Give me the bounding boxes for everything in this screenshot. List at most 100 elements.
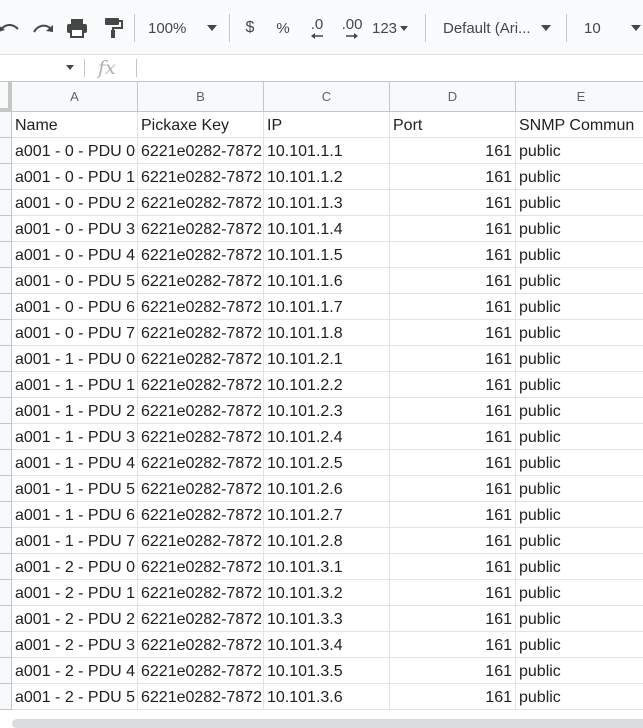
table-cell[interactable]: a001 - 0 - PDU 1 <box>12 164 138 190</box>
table-cell[interactable]: public <box>516 164 643 190</box>
row-header[interactable] <box>0 554 12 580</box>
table-cell[interactable]: 10.101.1.5 <box>264 242 390 268</box>
row-header[interactable] <box>0 268 12 294</box>
table-cell[interactable]: a001 - 1 - PDU 4 <box>12 450 138 476</box>
row-header[interactable] <box>0 320 12 346</box>
percent-format-button[interactable]: % <box>272 14 294 42</box>
table-cell[interactable]: a001 - 2 - PDU 2 <box>12 606 138 632</box>
row-header[interactable] <box>0 658 12 684</box>
header-cell[interactable]: SNMP Commun <box>516 112 643 138</box>
table-cell[interactable]: 161 <box>390 450 516 476</box>
name-box[interactable] <box>0 55 80 81</box>
table-cell[interactable]: public <box>516 346 643 372</box>
table-cell[interactable]: public <box>516 424 643 450</box>
table-cell[interactable]: 161 <box>390 372 516 398</box>
undo-button[interactable] <box>0 14 22 42</box>
table-cell[interactable]: 6221e0282-7872 <box>138 632 264 658</box>
column-header[interactable]: D <box>390 82 516 112</box>
row-header[interactable] <box>0 164 12 190</box>
table-cell[interactable]: 6221e0282-7872 <box>138 190 264 216</box>
table-cell[interactable]: 6221e0282-7872 <box>138 242 264 268</box>
row-header[interactable] <box>0 242 12 268</box>
table-cell[interactable]: a001 - 2 - PDU 3 <box>12 632 138 658</box>
table-cell[interactable]: 10.101.2.2 <box>264 372 390 398</box>
row-header[interactable] <box>0 424 12 450</box>
row-header[interactable] <box>0 632 12 658</box>
row-header[interactable] <box>0 216 12 242</box>
row-header[interactable] <box>0 112 12 138</box>
table-cell[interactable]: 10.101.1.4 <box>264 216 390 242</box>
table-cell[interactable]: 6221e0282-7872 <box>138 138 264 164</box>
table-cell[interactable]: 6221e0282-7872 <box>138 528 264 554</box>
table-cell[interactable]: public <box>516 554 643 580</box>
table-cell[interactable]: public <box>516 528 643 554</box>
table-cell[interactable]: 6221e0282-7872 <box>138 216 264 242</box>
table-cell[interactable]: a001 - 0 - PDU 7 <box>12 320 138 346</box>
table-cell[interactable]: 161 <box>390 164 516 190</box>
horizontal-scrollbar[interactable] <box>0 716 643 728</box>
row-header[interactable] <box>0 580 12 606</box>
zoom-select[interactable]: 100% <box>148 14 220 42</box>
table-cell[interactable]: public <box>516 632 643 658</box>
table-cell[interactable]: 161 <box>390 606 516 632</box>
table-cell[interactable]: 10.101.1.7 <box>264 294 390 320</box>
table-cell[interactable]: 161 <box>390 242 516 268</box>
select-all-corner[interactable] <box>0 82 12 112</box>
table-cell[interactable]: 161 <box>390 320 516 346</box>
table-cell[interactable]: 6221e0282-7872 <box>138 684 264 710</box>
table-cell[interactable]: a001 - 1 - PDU 6 <box>12 502 138 528</box>
table-cell[interactable]: public <box>516 190 643 216</box>
row-header[interactable] <box>0 346 12 372</box>
table-cell[interactable]: a001 - 0 - PDU 4 <box>12 242 138 268</box>
redo-button[interactable] <box>30 14 56 42</box>
table-cell[interactable]: 10.101.2.3 <box>264 398 390 424</box>
table-cell[interactable]: a001 - 2 - PDU 5 <box>12 684 138 710</box>
more-formats-button[interactable]: 123 <box>372 14 414 42</box>
table-cell[interactable]: 6221e0282-7872 <box>138 450 264 476</box>
table-cell[interactable]: 10.101.3.3 <box>264 606 390 632</box>
row-header[interactable] <box>0 372 12 398</box>
table-cell[interactable]: public <box>516 268 643 294</box>
decrease-decimal-button[interactable]: .0 <box>302 14 332 42</box>
table-cell[interactable]: 161 <box>390 476 516 502</box>
table-cell[interactable]: public <box>516 450 643 476</box>
table-cell[interactable]: public <box>516 372 643 398</box>
table-cell[interactable]: 161 <box>390 346 516 372</box>
table-cell[interactable]: 10.101.3.4 <box>264 632 390 658</box>
table-cell[interactable]: a001 - 2 - PDU 1 <box>12 580 138 606</box>
row-header[interactable] <box>0 606 12 632</box>
table-cell[interactable]: 10.101.2.4 <box>264 424 390 450</box>
row-header[interactable] <box>0 684 12 710</box>
table-cell[interactable]: public <box>516 320 643 346</box>
table-cell[interactable]: a001 - 0 - PDU 2 <box>12 190 138 216</box>
table-cell[interactable]: 10.101.2.1 <box>264 346 390 372</box>
column-header[interactable]: A <box>12 82 138 112</box>
table-cell[interactable]: public <box>516 502 643 528</box>
table-cell[interactable]: 6221e0282-7872 <box>138 346 264 372</box>
table-cell[interactable]: 10.101.1.1 <box>264 138 390 164</box>
table-cell[interactable]: 6221e0282-7872 <box>138 424 264 450</box>
table-cell[interactable]: 6221e0282-7872 <box>138 502 264 528</box>
font-size-select[interactable]: 10 <box>584 14 643 42</box>
row-header[interactable] <box>0 502 12 528</box>
table-cell[interactable]: 6221e0282-7872 <box>138 554 264 580</box>
table-cell[interactable]: a001 - 1 - PDU 7 <box>12 528 138 554</box>
table-cell[interactable]: 161 <box>390 502 516 528</box>
table-cell[interactable]: 10.101.2.5 <box>264 450 390 476</box>
table-cell[interactable]: 10.101.3.5 <box>264 658 390 684</box>
table-cell[interactable]: 161 <box>390 580 516 606</box>
row-header[interactable] <box>0 450 12 476</box>
table-cell[interactable]: public <box>516 606 643 632</box>
row-header[interactable] <box>0 398 12 424</box>
formula-input[interactable] <box>140 55 640 81</box>
header-cell[interactable]: IP <box>264 112 390 138</box>
column-header[interactable]: E <box>516 82 643 112</box>
table-cell[interactable]: 10.101.2.7 <box>264 502 390 528</box>
paint-format-button[interactable] <box>100 14 126 42</box>
currency-format-button[interactable]: $ <box>240 14 260 42</box>
table-cell[interactable]: 6221e0282-7872 <box>138 164 264 190</box>
table-cell[interactable]: public <box>516 580 643 606</box>
table-cell[interactable]: a001 - 0 - PDU 3 <box>12 216 138 242</box>
table-cell[interactable]: a001 - 0 - PDU 5 <box>12 268 138 294</box>
table-cell[interactable]: 10.101.2.8 <box>264 528 390 554</box>
